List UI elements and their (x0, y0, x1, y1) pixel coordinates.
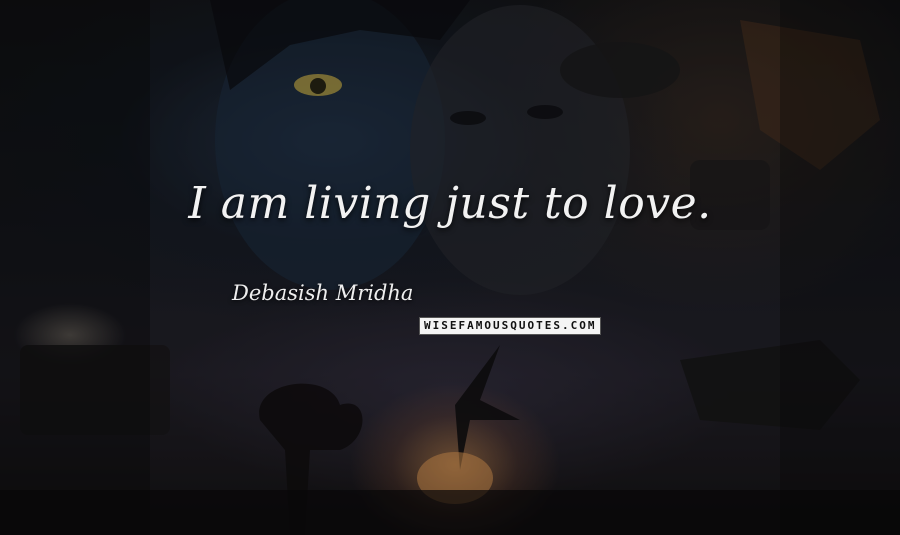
quote-text: I am living just to love. (188, 178, 712, 229)
quote-card-background: I am living just to love. Debasish Mridh… (0, 0, 900, 535)
site-watermark: WISEFAMOUSQUOTES.COM (419, 317, 602, 335)
background-artwork (0, 0, 900, 535)
dark-overlay (0, 0, 900, 535)
quote-author: Debasish Mridha (232, 281, 414, 305)
